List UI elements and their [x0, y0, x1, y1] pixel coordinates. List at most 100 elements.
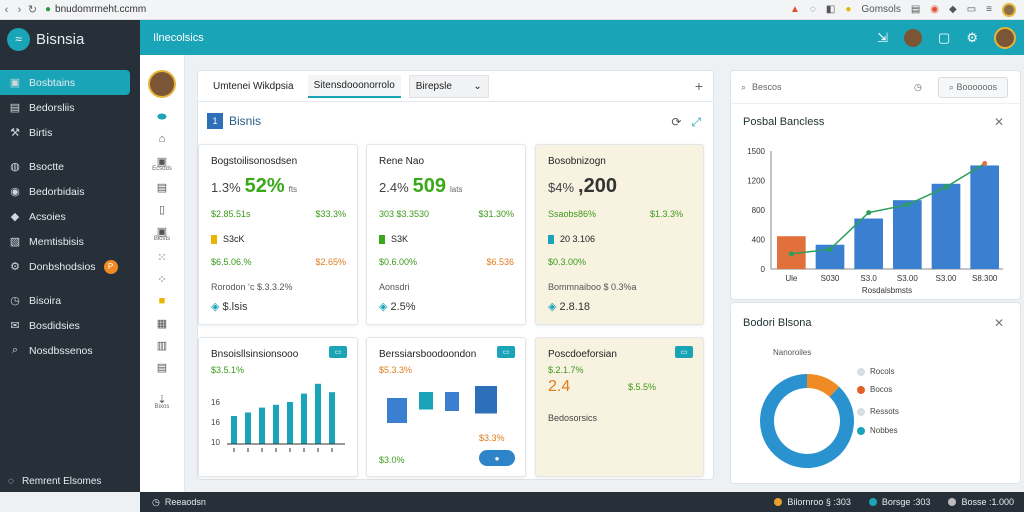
- extension-icon[interactable]: ◌: [810, 4, 816, 15]
- row-right: $31.30%: [478, 209, 514, 219]
- x-axis-label: Rosdalsbmsts: [862, 286, 912, 295]
- row-left: $6.5.06.%: [211, 257, 252, 267]
- menu-icon[interactable]: ▤: [911, 4, 920, 15]
- stat-card[interactable]: Rene Nao 2.4% 509 lats 303 $3.3530 $31.30% S3K…: [366, 144, 526, 325]
- back-icon[interactable]: ‹: [0, 4, 13, 16]
- chat-icon[interactable]: ◧: [826, 4, 835, 15]
- browser-bar: ‹ › ↻ ● bnudomrmeht.ccmm ▲ ◌ ◧ ● Gomsols…: [0, 0, 1024, 20]
- sidebar-item[interactable]: ◍ Bsoctte: [0, 154, 130, 179]
- page-title: Ilnecolsics: [153, 31, 204, 44]
- forward-icon[interactable]: ›: [13, 4, 26, 16]
- image-icon: ▧: [9, 236, 21, 248]
- donut-slice[interactable]: [760, 374, 854, 468]
- settings-icon[interactable]: ⚙: [966, 30, 978, 46]
- sidebar-item[interactable]: ◉ Bedorbidais: [0, 179, 130, 204]
- brand[interactable]: ≈ Bisnsia: [0, 20, 140, 58]
- bar[interactable]: [893, 200, 922, 269]
- grid-icon[interactable]: ⁙: [157, 246, 166, 268]
- bar[interactable]: [970, 165, 999, 269]
- sidebar-item[interactable]: ◆ Acsoies: [0, 204, 130, 229]
- reload-icon[interactable]: ↻: [26, 3, 39, 16]
- message-icon[interactable]: ▢: [938, 30, 950, 46]
- stat-card[interactable]: Bogstoilisonosdsen 1.3% 52% fts $2.85.51s $33…: [198, 144, 358, 325]
- export-icon[interactable]: ⇲: [877, 30, 888, 46]
- card-subvalue: $3.0%: [379, 455, 405, 465]
- folder-icon[interactable]: ▤: [157, 176, 167, 198]
- sidebar-item[interactable]: ▤ Bedorsliis: [0, 95, 130, 120]
- donut-slice[interactable]: [806, 374, 840, 398]
- bar: [387, 398, 407, 423]
- print-icon[interactable]: ▤: [157, 356, 167, 378]
- bar[interactable]: [854, 218, 883, 269]
- tab-active[interactable]: Sitensdooonorrolo: [307, 74, 401, 98]
- more-icon[interactable]: ≡: [986, 4, 992, 15]
- metric-unit: lats: [450, 185, 463, 194]
- close-icon[interactable]: ✕: [994, 316, 1004, 330]
- tabs-icon[interactable]: ▭: [967, 4, 976, 15]
- user-avatar[interactable]: [1002, 2, 1016, 17]
- bar: [231, 416, 237, 444]
- location-icon[interactable]: ◉: [930, 4, 939, 15]
- mail-icon: ✉: [10, 320, 20, 332]
- files-icon[interactable]: ▦: [157, 312, 167, 334]
- tag-icon[interactable]: ▭: [329, 346, 347, 358]
- sidebar-item[interactable]: ▧ Memtisbisis: [0, 229, 130, 254]
- chart-card[interactable]: Bnsoisllsinsionsooo ▭ $3.5.1% 16 16 10: [198, 337, 358, 477]
- bar[interactable]: [931, 183, 961, 269]
- contact-avatar[interactable]: [904, 28, 923, 47]
- notify-icon[interactable]: ◆: [949, 4, 957, 15]
- sidebar-item[interactable]: ▣ Bosbtains: [0, 70, 130, 95]
- warning-icon[interactable]: ▲: [790, 4, 800, 15]
- sidebar-footer[interactable]: ◌ Remrent Elsomes: [0, 470, 140, 492]
- profile-avatar-icon[interactable]: ●: [845, 4, 851, 15]
- tab-overview[interactable]: Umtenei Wikdpsia: [207, 76, 300, 97]
- toggle-button[interactable]: ●: [479, 450, 515, 466]
- bar: [245, 412, 251, 444]
- card-row: 303 $3.3530 $31.30%: [379, 209, 514, 219]
- legend-item: Ressots: [857, 407, 899, 416]
- icon-rail: ⬬ ⌂ ▣ Ecsods ▤ ▯ ▣ Biosts ⁙ ⁘ ■ ▦ ▥ ▤ ⇣ …: [140, 55, 185, 492]
- footer-left[interactable]: ◷ Reeaodsn: [152, 497, 206, 508]
- address-bar[interactable]: ● bnudomrmeht.ccmm: [45, 4, 146, 15]
- sidebar-item[interactable]: ⚒ Birtis: [0, 120, 130, 145]
- sidebar-item[interactable]: ✉ Bosdidsies: [0, 313, 130, 338]
- rail-avatar[interactable]: [148, 70, 176, 98]
- profile-avatar[interactable]: [994, 26, 1016, 49]
- card-subtitle: $5.3.3%: [379, 365, 413, 375]
- footer-item[interactable]: Bosse :1.000: [948, 497, 1014, 507]
- toggle-icon[interactable]: ⬬: [157, 106, 166, 128]
- trend-point: [866, 210, 872, 216]
- footer-icon: ◈: [211, 301, 220, 313]
- sidebar-item[interactable]: ◷ Bisoira: [0, 288, 130, 313]
- footer-item[interactable]: Borsge :303: [868, 497, 930, 507]
- tag-icon[interactable]: ▭: [675, 346, 693, 358]
- refresh-icon[interactable]: ⟳: [671, 115, 681, 130]
- card-footer: ◈ 2.8.18: [548, 300, 590, 313]
- expand-icon[interactable]: ⤢: [691, 115, 701, 130]
- card-value: 2.4: [548, 378, 571, 395]
- document-icon[interactable]: ▯: [159, 198, 165, 220]
- sidebar-item[interactable]: ⚙ Donbshodsios P: [0, 254, 130, 279]
- tab-dropdown[interactable]: Birepsle ⌄: [408, 74, 489, 98]
- home-icon[interactable]: ⌂: [159, 128, 166, 150]
- star-icon[interactable]: ■: [159, 290, 166, 312]
- stat-card[interactable]: Bosobnizogn $4% ,200 Ssaobs86% $1.3.3% 20 3.1…: [535, 144, 704, 325]
- card-note: Aonsdri: [379, 282, 410, 292]
- chart-card[interactable]: Poscdoeforsian ▭ $.2.1.7% 2.4 $.5.5% Bedosors…: [535, 337, 704, 477]
- card-row: S3cK: [211, 234, 245, 244]
- url-text: bnudomrmeht.ccmm: [55, 4, 147, 15]
- apps-icon[interactable]: ⁘: [157, 268, 166, 290]
- y-tick-label: 400: [752, 236, 766, 245]
- tag-icon[interactable]: ▭: [497, 346, 515, 358]
- card-title: Berssiarsboodoondon: [379, 349, 477, 360]
- legend-label: Bocos: [870, 385, 893, 394]
- sidebar-item[interactable]: ⌕ Nosdbssenos: [0, 338, 130, 363]
- bar: [259, 407, 265, 444]
- add-tab-icon[interactable]: +: [695, 78, 703, 94]
- top-bar: Ilnecolsics ⇲ ▢ ⚙: [140, 20, 1024, 55]
- footer-item[interactable]: Bilornroo § :303: [774, 497, 851, 507]
- archive-icon[interactable]: ▥: [157, 334, 167, 356]
- brand-name: Bisnsia: [36, 30, 85, 48]
- profile-label[interactable]: Gomsols: [861, 4, 900, 15]
- chart-card[interactable]: Berssiarsboodoondon ▭ $5.3.3% $3.3% $3.0% ●: [366, 337, 526, 477]
